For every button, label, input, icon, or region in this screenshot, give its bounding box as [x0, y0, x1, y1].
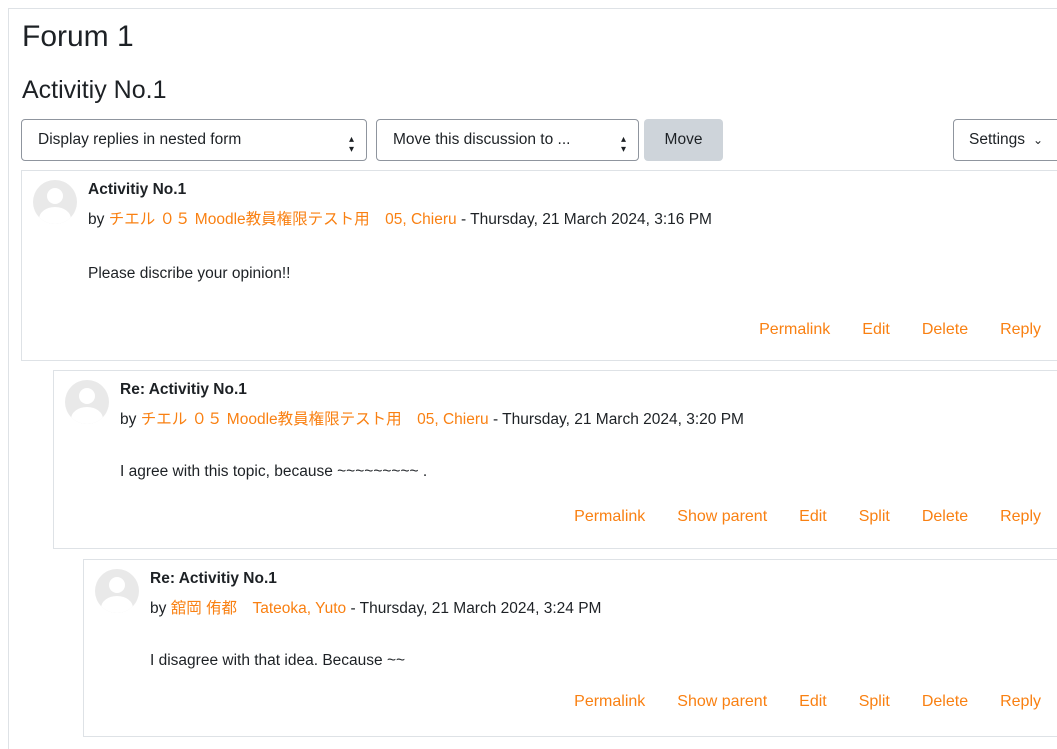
move-discussion-value: Move this discussion to ...	[393, 131, 571, 148]
post-byline: by 舘岡 侑都 Tateoka, Yuto - Thursday, 21 Ma…	[150, 600, 602, 617]
reply-link[interactable]: Reply	[1000, 693, 1041, 711]
edit-link[interactable]: Edit	[799, 693, 827, 711]
post-message: I disagree with that idea. Because ~~	[150, 652, 406, 669]
post-byline: by チエル ０５ Moodle教員権限テスト用 05, Chieru - Th…	[88, 211, 712, 228]
settings-label: Settings	[969, 131, 1026, 148]
move-discussion-select[interactable]: Move this discussion to ... ▴ ▾	[376, 119, 639, 161]
forum-post-reply: Re: Activitiy No.1 by 舘岡 侑都 Tateoka, Yut…	[83, 559, 1057, 737]
post-byline: by チエル ０５ Moodle教員権限テスト用 05, Chieru - Th…	[120, 411, 744, 428]
post-date: Thursday, 21 March 2024, 3:24 PM	[359, 600, 602, 617]
display-mode-select[interactable]: Display replies in nested form ▴ ▾	[21, 119, 367, 161]
split-link[interactable]: Split	[859, 508, 890, 526]
post-actions: Permalink Edit Delete Reply	[759, 321, 1041, 339]
post-date: Thursday, 21 March 2024, 3:20 PM	[502, 411, 744, 428]
settings-button[interactable]: Settings ⌄	[953, 119, 1057, 161]
split-link[interactable]: Split	[859, 693, 890, 711]
post-subject: Re: Activitiy No.1	[150, 570, 277, 587]
author-link[interactable]: 舘岡 侑都 Tateoka, Yuto	[171, 600, 346, 617]
post-date: Thursday, 21 March 2024, 3:16 PM	[470, 211, 712, 228]
post-subject: Activitiy No.1	[88, 181, 187, 198]
by-label: by	[120, 411, 137, 428]
select-arrows-icon: ▴ ▾	[620, 134, 626, 155]
show-parent-link[interactable]: Show parent	[677, 508, 767, 526]
select-arrows-icon: ▴ ▾	[348, 134, 354, 155]
author-link[interactable]: チエル ０５ Moodle教員権限テスト用 05, Chieru	[109, 211, 457, 228]
chevron-down-icon: ⌄	[1033, 133, 1044, 147]
forum-title: Forum 1	[22, 20, 134, 53]
by-label: by	[150, 600, 167, 617]
reply-link[interactable]: Reply	[1000, 508, 1041, 526]
permalink-link[interactable]: Permalink	[759, 321, 830, 339]
delete-link[interactable]: Delete	[922, 321, 968, 339]
post-actions: Permalink Show parent Edit Split Delete …	[574, 693, 1041, 711]
forum-post: Activitiy No.1 by チエル ０５ Moodle教員権限テスト用 …	[21, 170, 1057, 361]
post-message: Please discribe your opinion!!	[88, 265, 291, 282]
by-label: by	[88, 211, 105, 228]
permalink-link[interactable]: Permalink	[574, 508, 645, 526]
move-button[interactable]: Move	[644, 119, 723, 161]
avatar[interactable]	[33, 180, 77, 224]
delete-link[interactable]: Delete	[922, 508, 968, 526]
post-message: I agree with this topic, because ~~~~~~~…	[120, 463, 428, 480]
edit-link[interactable]: Edit	[862, 321, 890, 339]
display-mode-value: Display replies in nested form	[38, 131, 242, 148]
edit-link[interactable]: Edit	[799, 508, 827, 526]
author-link[interactable]: チエル ０５ Moodle教員権限テスト用 05, Chieru	[141, 411, 489, 428]
discussion-title: Activitiy No.1	[22, 76, 167, 104]
forum-post-reply: Re: Activitiy No.1 by チエル ０５ Moodle教員権限テ…	[53, 370, 1057, 549]
permalink-link[interactable]: Permalink	[574, 693, 645, 711]
post-actions: Permalink Show parent Edit Split Delete …	[574, 508, 1041, 526]
reply-link[interactable]: Reply	[1000, 321, 1041, 339]
delete-link[interactable]: Delete	[922, 693, 968, 711]
avatar[interactable]	[65, 380, 109, 424]
post-subject: Re: Activitiy No.1	[120, 381, 247, 398]
avatar[interactable]	[95, 569, 139, 613]
show-parent-link[interactable]: Show parent	[677, 693, 767, 711]
